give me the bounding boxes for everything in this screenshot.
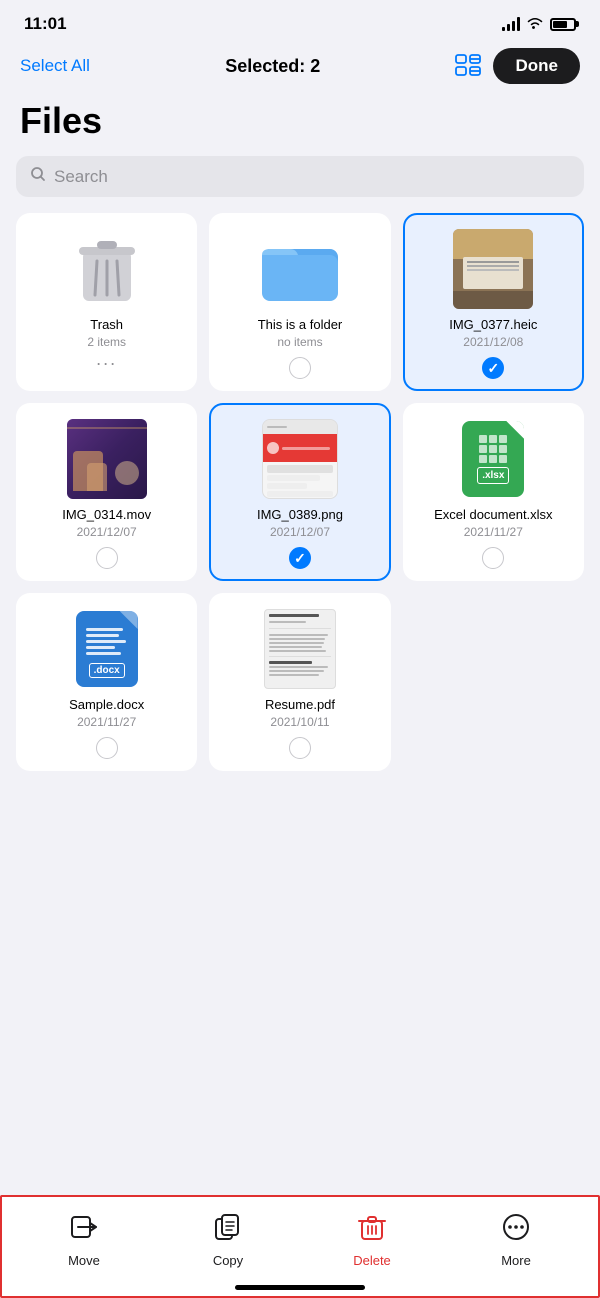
file-date-img0314: 2021/12/07 xyxy=(77,525,137,539)
wifi-icon xyxy=(526,16,544,33)
grid-view-button[interactable] xyxy=(455,54,481,79)
status-bar: 11:01 xyxy=(0,0,600,40)
file-icon-img0389 xyxy=(260,419,340,499)
search-container: Search xyxy=(0,156,600,213)
done-button[interactable]: Done xyxy=(493,48,580,84)
file-icon-img0377 xyxy=(453,229,533,309)
toolbar-right: Done xyxy=(455,48,580,84)
copy-button[interactable]: Copy xyxy=(193,1213,263,1268)
file-card-excel[interactable]: .xlsx Excel document.xlsx 2021/11/27 xyxy=(403,403,584,581)
status-time: 11:01 xyxy=(24,14,67,34)
file-more-trash: ... xyxy=(96,349,117,370)
delete-label: Delete xyxy=(353,1253,391,1268)
file-name-trash: Trash xyxy=(90,317,123,332)
page-title: Files xyxy=(0,96,600,156)
copy-icon xyxy=(214,1213,242,1248)
copy-label: Copy xyxy=(213,1253,243,1268)
file-card-trash[interactable]: Trash 2 items ... xyxy=(16,213,197,391)
search-placeholder: Search xyxy=(54,167,108,187)
signal-icon xyxy=(502,17,520,31)
file-card-sample[interactable]: .docx Sample.docx 2021/11/27 xyxy=(16,593,197,771)
file-date-img0389: 2021/12/07 xyxy=(270,525,330,539)
home-indicator xyxy=(235,1285,365,1290)
files-grid: Trash 2 items ... This is a folder no it… xyxy=(0,213,600,787)
move-label: Move xyxy=(68,1253,100,1268)
file-card-img0377[interactable]: IMG_0377.heic 2021/12/08 xyxy=(403,213,584,391)
select-all-button[interactable]: Select All xyxy=(20,56,90,76)
file-subtitle-trash: 2 items xyxy=(87,335,126,349)
file-name-resume: Resume.pdf xyxy=(265,697,335,712)
search-icon xyxy=(30,166,46,187)
file-icon-img0314 xyxy=(67,419,147,499)
file-name-img0389: IMG_0389.png xyxy=(257,507,343,522)
file-name-img0314: IMG_0314.mov xyxy=(62,507,151,522)
file-subtitle-folder: no items xyxy=(277,335,322,349)
file-name-excel: Excel document.xlsx xyxy=(434,507,553,522)
file-icon-trash xyxy=(67,229,147,309)
file-name-folder: This is a folder xyxy=(258,317,343,332)
toolbar: Select All Selected: 2 Done xyxy=(0,40,600,96)
file-name-img0377: IMG_0377.heic xyxy=(449,317,537,332)
file-card-img0314[interactable]: IMG_0314.mov 2021/12/07 xyxy=(16,403,197,581)
file-icon-resume xyxy=(260,609,340,689)
file-card-folder[interactable]: This is a folder no items xyxy=(209,213,390,391)
file-icon-sample: .docx xyxy=(67,609,147,689)
delete-button[interactable]: Delete xyxy=(337,1213,407,1268)
bottom-action-bar: Move Copy Delete xyxy=(0,1195,600,1298)
move-icon xyxy=(70,1213,98,1248)
file-date-sample: 2021/11/27 xyxy=(77,715,136,729)
battery-icon xyxy=(550,18,576,31)
file-card-resume[interactable]: Resume.pdf 2021/10/11 xyxy=(209,593,390,771)
file-checkbox-img0389[interactable] xyxy=(289,547,311,569)
file-icon-folder xyxy=(260,229,340,309)
file-checkbox-img0314[interactable] xyxy=(96,547,118,569)
file-checkbox-excel[interactable] xyxy=(482,547,504,569)
more-label: More xyxy=(501,1253,531,1268)
file-name-sample: Sample.docx xyxy=(69,697,144,712)
status-icons xyxy=(502,16,576,33)
file-checkbox-img0377[interactable] xyxy=(482,357,504,379)
selected-count: Selected: 2 xyxy=(225,56,320,77)
more-icon xyxy=(502,1213,530,1248)
file-date-img0377: 2021/12/08 xyxy=(463,335,523,349)
file-card-img0389[interactable]: IMG_0389.png 2021/12/07 xyxy=(209,403,390,581)
move-button[interactable]: Move xyxy=(49,1213,119,1268)
delete-icon xyxy=(358,1213,386,1248)
file-date-excel: 2021/11/27 xyxy=(464,525,523,539)
file-checkbox-resume[interactable] xyxy=(289,737,311,759)
file-icon-excel: .xlsx xyxy=(453,419,533,499)
search-bar[interactable]: Search xyxy=(16,156,584,197)
file-date-resume: 2021/10/11 xyxy=(270,715,329,729)
file-checkbox-sample[interactable] xyxy=(96,737,118,759)
file-checkbox-folder[interactable] xyxy=(289,357,311,379)
more-button[interactable]: More xyxy=(481,1213,551,1268)
